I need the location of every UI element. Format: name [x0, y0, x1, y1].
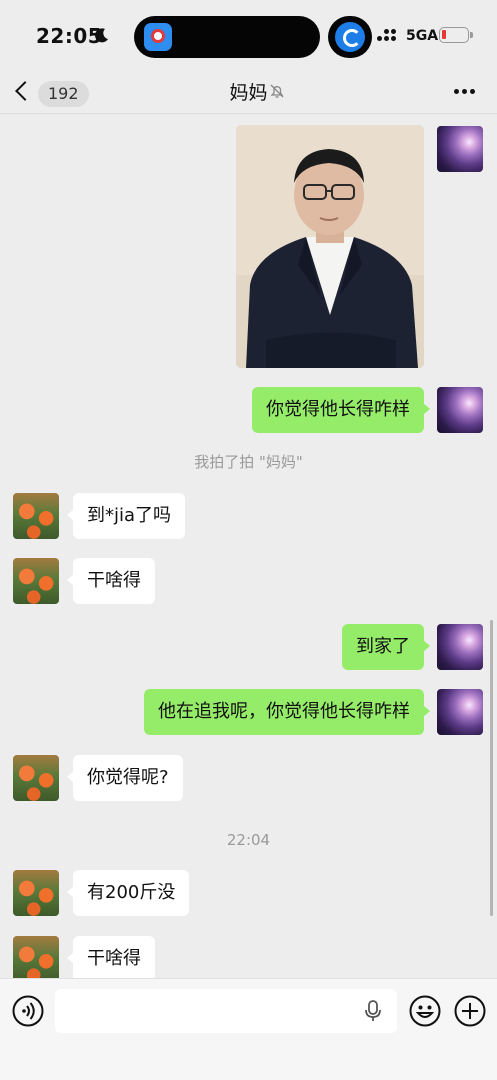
message-bubble-contact[interactable]: 有200斤没: [66, 870, 190, 916]
chat-title: 妈妈: [229, 82, 268, 104]
my-avatar[interactable]: [437, 126, 483, 172]
chat-header: 192 妈妈: [0, 70, 497, 114]
status-bar: 22:05 5GA: [0, 0, 497, 70]
dynamic-island-secondary: [328, 16, 372, 58]
more-options-button[interactable]: [450, 82, 480, 102]
timestamp: 22:04: [226, 831, 271, 849]
my-avatar[interactable]: [437, 387, 483, 433]
railway-app-icon[interactable]: [144, 23, 172, 51]
photo-message[interactable]: [236, 125, 424, 368]
system-message: 我拍了拍 "妈妈": [194, 453, 303, 471]
home-indicator: [0, 1037, 497, 1080]
portrait-photo: [236, 125, 424, 368]
activity-app-icon[interactable]: [335, 22, 365, 52]
contact-avatar[interactable]: [13, 558, 59, 604]
plus-icon[interactable]: [454, 995, 486, 1027]
bell-off-icon: [270, 84, 284, 98]
contact-avatar[interactable]: [13, 493, 59, 539]
message-bubble-contact[interactable]: 到*jia了吗: [66, 493, 186, 539]
contact-avatar[interactable]: [13, 936, 59, 978]
contact-avatar[interactable]: [13, 870, 59, 916]
message-input[interactable]: [55, 989, 397, 1033]
network-type: 5GA: [406, 28, 439, 44]
dynamic-island: [134, 16, 320, 58]
my-avatar[interactable]: [437, 624, 483, 670]
message-bubble-contact[interactable]: 干啥得: [67, 936, 155, 978]
moon-icon: [95, 28, 108, 43]
scrollbar[interactable]: [490, 620, 493, 916]
emoji-icon[interactable]: [409, 995, 441, 1027]
battery-icon: [439, 27, 473, 43]
my-avatar[interactable]: [437, 689, 483, 735]
input-bar: [0, 978, 497, 1080]
contact-avatar[interactable]: [13, 755, 59, 801]
message-list[interactable]: 你觉得他长得咋样 我拍了拍 "妈妈" 到*jia了吗 干啥得 到家了 他在追我呢…: [0, 115, 497, 978]
status-time: 22:05: [36, 24, 103, 48]
message-bubble-contact[interactable]: 干啥得: [67, 558, 155, 604]
message-bubble-contact[interactable]: 你觉得呢?: [67, 755, 183, 801]
message-bubble-mine[interactable]: 到家了: [342, 624, 430, 670]
signal-icon: [377, 28, 401, 44]
voice-input-button[interactable]: [12, 995, 44, 1027]
message-bubble-mine[interactable]: 他在追我呢，你觉得他长得咋样: [144, 689, 430, 735]
microphone-icon[interactable]: [362, 999, 384, 1023]
message-bubble-mine[interactable]: 你觉得他长得咋样: [252, 387, 430, 433]
